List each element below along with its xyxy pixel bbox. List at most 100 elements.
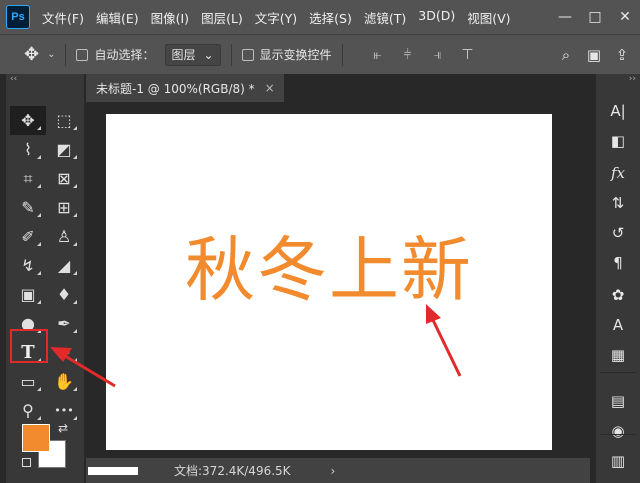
auto-select-checkbox[interactable] — [76, 49, 88, 61]
tool-group-indicator — [73, 213, 77, 217]
menu-select[interactable]: 选择(S) — [309, 8, 352, 27]
window-controls: — □ ✕ — [550, 0, 640, 34]
menu-3d[interactable]: 3D(D) — [418, 8, 455, 27]
eyedropper-tool[interactable]: ✎ — [10, 193, 46, 222]
swap-colors-icon[interactable]: ⇄ — [58, 421, 68, 435]
mores-icon: ••• — [54, 404, 73, 417]
styles-panel-icon[interactable]: fx — [596, 160, 640, 186]
document-canvas[interactable]: 秋冬上新 — [106, 114, 552, 450]
pen-icon: ✒ — [57, 314, 70, 333]
chevron-down-icon[interactable]: ⌄ — [47, 49, 55, 60]
align-center-icon[interactable]: ⫩ — [397, 47, 419, 63]
show-transform-checkbox[interactable] — [242, 49, 254, 61]
maximize-button[interactable]: □ — [580, 9, 610, 25]
gradient-tool[interactable]: ▣ — [10, 280, 46, 309]
tool-group-indicator — [73, 271, 77, 275]
share-icon[interactable]: ⇪ — [610, 46, 634, 64]
panel-divider — [600, 434, 636, 435]
status-menu-arrow-icon[interactable]: › — [331, 464, 336, 478]
toolbar-collapse-handle[interactable]: ‹‹ — [6, 74, 84, 88]
lasso-tool[interactable]: ⌇ — [10, 135, 46, 164]
minimize-button[interactable]: — — [550, 9, 580, 25]
stamp-tool[interactable]: ♙ — [46, 222, 82, 251]
history-panel-icon[interactable]: ↺ — [596, 220, 640, 246]
tool-group-indicator — [37, 300, 41, 304]
tool-group-indicator — [37, 184, 41, 188]
menu-type[interactable]: 文字(Y) — [255, 8, 297, 27]
frame-tool[interactable]: ⊠ — [46, 164, 82, 193]
align-right-icon[interactable]: ⫣ — [427, 47, 449, 63]
align-top-icon[interactable]: ⊤ — [457, 47, 479, 63]
crop-tool[interactable]: ⌗ — [10, 164, 46, 193]
tool-group-indicator — [37, 271, 41, 275]
tool-group-indicator — [37, 242, 41, 246]
foreground-color-swatch[interactable] — [22, 424, 50, 452]
move-tool[interactable]: ✥ — [10, 106, 46, 135]
panel-divider — [600, 372, 636, 373]
tool-group-indicator — [37, 387, 41, 391]
path-select-tool[interactable]: ➤ — [46, 338, 82, 367]
object-select-icon: ◩ — [56, 140, 71, 159]
channels-panel-icon[interactable]: ◉ — [596, 418, 640, 444]
close-button[interactable]: ✕ — [610, 9, 640, 25]
tool-group-indicator — [37, 213, 41, 217]
tools-grid: ✥⬚⌇◩⌗⊠✎⊞✐♙↯◢▣♦●✒T➤▭✋⚲••• — [10, 106, 82, 425]
auto-select-target-dropdown[interactable]: 图层 ⌄ — [165, 44, 221, 66]
crop-icon: ⌗ — [23, 169, 32, 189]
menu-edit[interactable]: 编辑(E) — [96, 8, 139, 27]
tool-group-indicator — [37, 416, 41, 420]
menu-bar: Ps 文件(F) 编辑(E) 图像(I) 图层(L) 文字(Y) 选择(S) 滤… — [0, 0, 640, 34]
chevron-down-icon: ⌄ — [203, 48, 213, 62]
pen-tool[interactable]: ✒ — [46, 309, 82, 338]
tool-group-indicator — [73, 329, 77, 333]
layers-panel-icon[interactable]: ▤ — [596, 388, 640, 414]
frame-icon: ⊠ — [57, 169, 70, 188]
default-colors-icon[interactable] — [22, 458, 31, 467]
search-icon[interactable]: ⌕ — [554, 46, 578, 64]
document-tab[interactable]: 未标题-1 @ 100%(RGB/8) * × — [86, 74, 284, 102]
healing-tool[interactable]: ⊞ — [46, 193, 82, 222]
document-size-info: 文档:372.4K/496.5K — [174, 462, 291, 479]
align-left-icon[interactable]: ⫦ — [367, 47, 389, 63]
zoom-field[interactable] — [88, 467, 138, 475]
eraser-tool[interactable]: ◢ — [46, 251, 82, 280]
color-panel-icon[interactable]: ✿ — [596, 282, 640, 308]
rectangle-tool[interactable]: ▭ — [10, 367, 46, 396]
swatches-panel-icon[interactable]: ◧ — [596, 128, 640, 154]
zoom-tool[interactable]: ⚲ — [10, 396, 46, 425]
panel-collapse-handle[interactable]: ›› — [596, 74, 640, 88]
collapse-icon: ‹‹ — [6, 74, 17, 84]
character-panel-icon[interactable]: A| — [596, 98, 640, 124]
blur-tool[interactable]: ♦ — [46, 280, 82, 309]
brush-tool[interactable]: ✐ — [10, 222, 46, 251]
glyphs-panel-icon[interactable]: A — [596, 312, 640, 338]
adjustments-panel-icon[interactable]: ⇅ — [596, 190, 640, 216]
menu-view[interactable]: 视图(V) — [467, 8, 510, 27]
hand-tool[interactable]: ✋ — [46, 367, 82, 396]
marquee-tool[interactable]: ⬚ — [46, 106, 82, 135]
object-select-tool[interactable]: ◩ — [46, 135, 82, 164]
history-brush-tool[interactable]: ↯ — [10, 251, 46, 280]
workspace-icon[interactable]: ▣ — [582, 46, 606, 64]
paragraph-panel-icon[interactable]: ¶ — [596, 250, 640, 276]
document-tab-title: 未标题-1 @ 100%(RGB/8) * — [96, 80, 255, 97]
show-transform-label: 显示变换控件 — [260, 46, 332, 63]
history-brush-icon: ↯ — [21, 256, 34, 275]
table-panel-icon[interactable]: ▦ — [596, 342, 640, 368]
collapse-icon: ›› — [629, 74, 640, 84]
tool-group-indicator — [73, 300, 77, 304]
tool-group-indicator — [73, 155, 77, 159]
menu-file[interactable]: 文件(F) — [42, 8, 84, 27]
properties-panel-icon[interactable]: ▥ — [596, 448, 640, 474]
menu-image[interactable]: 图像(I) — [151, 8, 189, 27]
eyedropper-icon: ✎ — [21, 198, 34, 217]
menu-filter[interactable]: 滤镜(T) — [364, 8, 406, 27]
type-tool-highlight — [10, 329, 48, 363]
close-icon[interactable]: × — [265, 81, 275, 95]
divider — [342, 44, 343, 66]
right-panel-dock: A| ◧ fx ⇅ ↺ ¶ ✿ A ▦ ▤ ◉ ▥ — [596, 88, 640, 483]
menu-layer[interactable]: 图层(L) — [201, 8, 243, 27]
canvas-text-layer[interactable]: 秋冬上新 — [106, 214, 552, 315]
divider — [65, 44, 66, 66]
move-tool-preset-icon[interactable]: ✥ — [24, 44, 39, 65]
